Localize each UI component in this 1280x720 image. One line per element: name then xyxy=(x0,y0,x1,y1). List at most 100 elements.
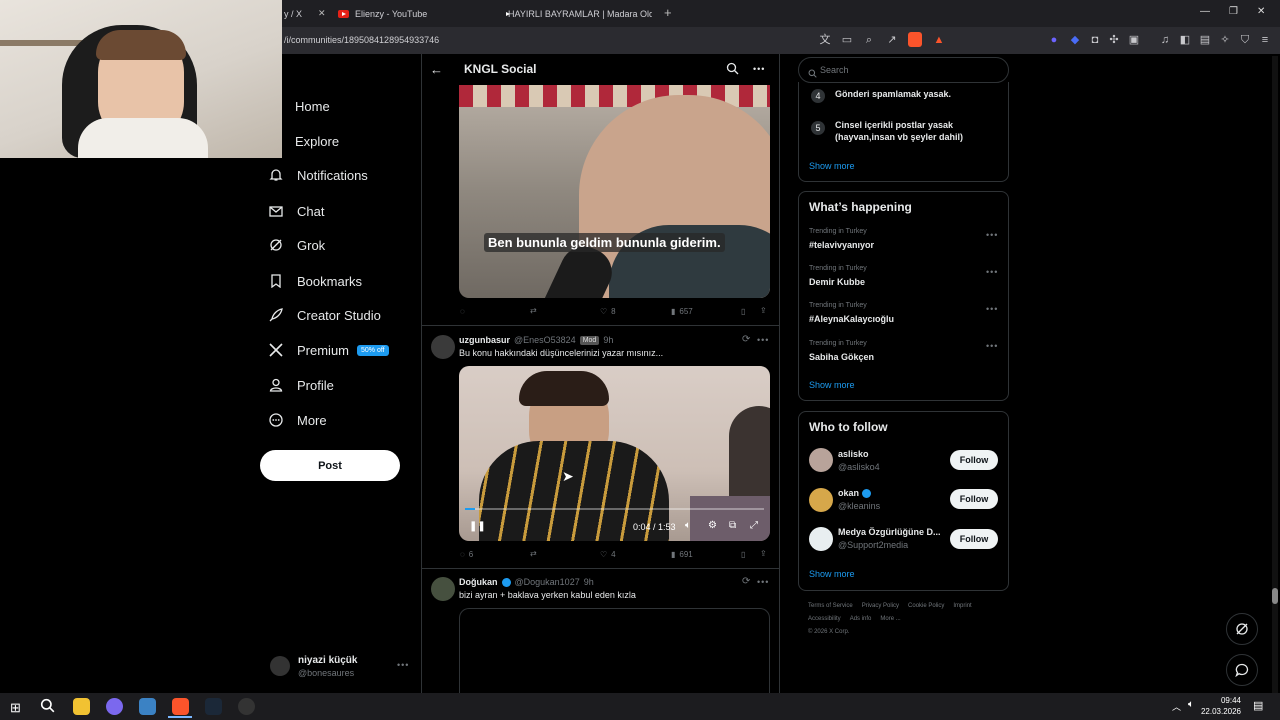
pause-icon[interactable]: ❚❚ xyxy=(469,521,486,532)
brave-rewards-icon[interactable]: ▲ xyxy=(932,33,946,47)
sidebar-icon[interactable]: ◧ xyxy=(1178,33,1192,47)
volume-icon[interactable]: 🔈︎ xyxy=(1188,699,1194,710)
like-button[interactable]: ♡ 4 xyxy=(600,550,616,559)
clock-time[interactable]: 09:44 xyxy=(1203,696,1241,705)
post-menu-icon[interactable]: ••• xyxy=(757,577,769,587)
views-button[interactable]: ▮ 691 xyxy=(671,550,693,559)
author-handle[interactable]: @EnesO53824 xyxy=(514,335,576,345)
wallet-icon[interactable]: ▤ xyxy=(1198,33,1212,47)
reply-button[interactable]: ◌ xyxy=(460,307,465,316)
extension-icon[interactable]: ◘ xyxy=(1088,33,1102,47)
fullscreen-icon[interactable]: ⤢ xyxy=(750,520,758,531)
show-more-link[interactable]: Show more xyxy=(809,161,855,171)
back-arrow-icon[interactable]: ← xyxy=(430,62,443,77)
footer-link[interactable]: Ads info xyxy=(850,616,872,622)
nav-home[interactable]: Home xyxy=(268,93,330,119)
avatar[interactable] xyxy=(809,488,833,512)
share-button[interactable]: ⇪ xyxy=(760,306,767,315)
new-tab-button[interactable]: + xyxy=(664,5,672,20)
avatar[interactable] xyxy=(809,448,833,472)
footer-link[interactable]: More ... xyxy=(880,616,900,622)
brave-shield-icon[interactable] xyxy=(908,32,922,47)
extension-icon[interactable]: ● xyxy=(1047,33,1061,47)
trend-menu-icon[interactable]: ••• xyxy=(986,267,998,277)
post-video[interactable]: ❚❚ 0:04 / 1:53 🔈︎ ⚙ ⧉ ⤢ xyxy=(459,366,770,541)
follow-button[interactable]: Follow xyxy=(950,529,998,549)
nav-chat[interactable]: Chat xyxy=(268,198,324,224)
nav-notifications[interactable]: Notifications xyxy=(268,162,368,188)
brave-icon[interactable] xyxy=(172,698,189,715)
translate-icon[interactable]: 文 xyxy=(818,33,832,47)
trend-item[interactable]: Demir Kubbe xyxy=(809,277,865,287)
author-handle[interactable]: @Dogukan1027 xyxy=(515,577,580,587)
menu-icon[interactable]: ≡ xyxy=(1258,33,1272,47)
media-icon[interactable]: ♫ xyxy=(1158,33,1172,47)
post-media[interactable] xyxy=(459,608,770,693)
avatar[interactable] xyxy=(431,335,455,359)
zoom-icon[interactable]: ⌕ xyxy=(862,33,876,47)
repost-button[interactable]: ⇄ xyxy=(530,306,537,315)
tab-youtube-elienzy[interactable]: Elienzy - YouTube xyxy=(338,0,488,27)
post-button[interactable]: Post xyxy=(260,450,400,481)
footer-link[interactable]: Imprint xyxy=(953,603,971,609)
extension-icon[interactable]: ◆ xyxy=(1068,33,1082,47)
notification-center-icon[interactable]: ▤ xyxy=(1253,699,1263,712)
search-icon[interactable] xyxy=(726,62,739,80)
tab-x[interactable]: y / X ✕ xyxy=(284,0,334,27)
chrome-icon[interactable] xyxy=(106,698,123,715)
file-explorer-icon[interactable] xyxy=(73,698,90,715)
show-more-link[interactable]: Show more xyxy=(809,380,855,390)
trend-menu-icon[interactable]: ••• xyxy=(986,230,998,240)
nav-explore[interactable]: Explore xyxy=(268,128,339,154)
bookmark-button[interactable]: ▯ xyxy=(741,550,745,559)
grok-icon[interactable]: ⟳ xyxy=(742,576,750,587)
suggested-user-name[interactable]: okan xyxy=(838,488,859,498)
post-time[interactable]: 9h xyxy=(584,577,594,587)
extensions-puzzle-icon[interactable]: ✣ xyxy=(1107,33,1121,47)
nav-profile[interactable]: Profile xyxy=(268,372,334,398)
post-time[interactable]: 9h xyxy=(603,335,613,345)
avatar[interactable] xyxy=(809,527,833,551)
more-options-icon[interactable]: ••• xyxy=(753,64,765,74)
like-button[interactable]: ♡ 8 xyxy=(600,307,616,316)
author-name[interactable]: uzgunbasur xyxy=(459,335,510,345)
reply-button[interactable]: ◌ 6 xyxy=(460,550,473,559)
avatar[interactable] xyxy=(270,656,290,676)
avatar[interactable] xyxy=(431,577,455,601)
app-icon[interactable] xyxy=(139,698,156,715)
volume-icon[interactable]: 🔈︎ xyxy=(685,520,691,531)
chat-float-button[interactable] xyxy=(1226,654,1258,686)
follow-button[interactable]: Follow xyxy=(950,489,998,509)
suggested-user-name[interactable]: Medya Özgürlüğüne D... xyxy=(838,527,943,537)
footer-link[interactable]: Privacy Policy xyxy=(862,603,899,609)
progress-track[interactable] xyxy=(465,508,764,510)
show-more-link[interactable]: Show more xyxy=(809,569,855,579)
trend-item[interactable]: #AleynaKalaycıoğlu xyxy=(809,314,894,324)
vpn-icon[interactable]: ⛉ xyxy=(1238,33,1252,47)
views-button[interactable]: ▮ 657 xyxy=(671,307,693,316)
leo-ai-icon[interactable]: ✧ xyxy=(1218,33,1232,47)
trend-item[interactable]: #telavivyanıyor xyxy=(809,240,874,250)
suggested-user-name[interactable]: aslisko xyxy=(838,449,869,459)
repost-button[interactable]: ⇄ xyxy=(530,549,537,558)
footer-link[interactable]: Terms of Service xyxy=(808,603,853,609)
cast-icon[interactable]: ▭ xyxy=(840,33,854,47)
nav-grok[interactable]: Grok xyxy=(268,232,325,258)
grok-float-button[interactable] xyxy=(1226,613,1258,645)
trend-menu-icon[interactable]: ••• xyxy=(986,341,998,351)
post-video[interactable]: Ben bununla geldim bununla giderim. xyxy=(459,85,770,298)
settings-gear-icon[interactable]: ⚙ xyxy=(708,520,717,531)
nav-bookmarks[interactable]: Bookmarks xyxy=(268,268,362,294)
extension-icon[interactable]: ▣ xyxy=(1127,33,1141,47)
author-name[interactable]: Doğukan xyxy=(459,577,498,587)
account-menu-icon[interactable]: ••• xyxy=(397,660,409,670)
minimize-icon[interactable]: — xyxy=(1200,6,1210,17)
nav-creator-studio[interactable]: Creator Studio xyxy=(268,302,381,328)
tray-chevron-icon[interactable]: ︿ xyxy=(1172,700,1181,713)
close-tab-icon[interactable]: ✕ xyxy=(318,8,326,19)
steam-icon[interactable] xyxy=(205,698,222,715)
share-button[interactable]: ⇪ xyxy=(760,549,767,558)
picture-in-picture-icon[interactable]: ⧉ xyxy=(729,520,736,531)
obs-icon[interactable] xyxy=(238,698,255,715)
post-menu-icon[interactable]: ••• xyxy=(757,335,769,345)
